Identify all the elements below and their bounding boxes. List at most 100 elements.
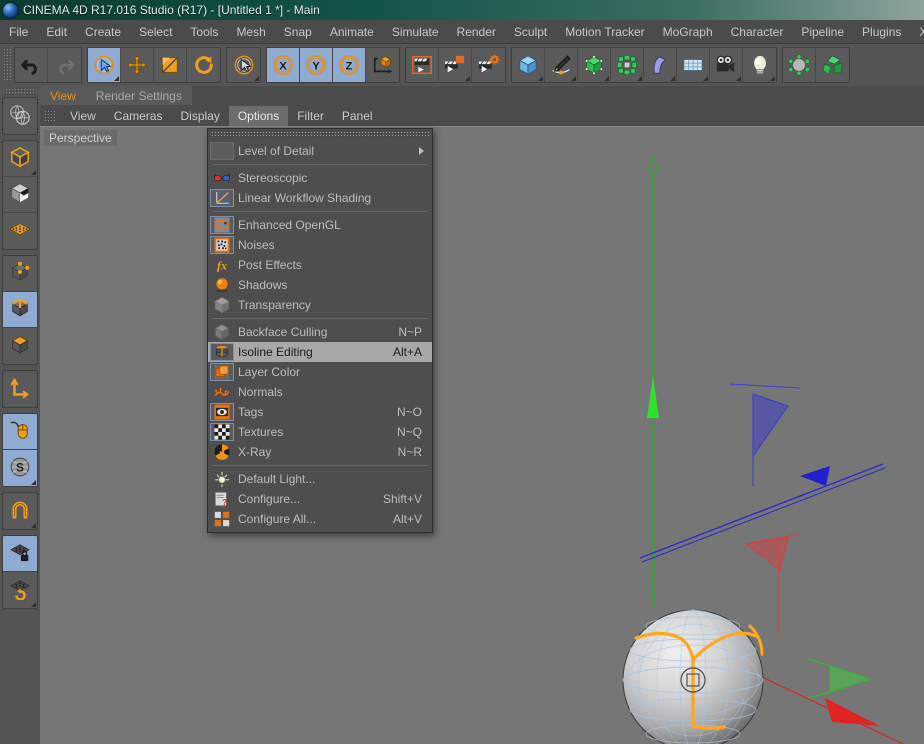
menubar-item-motion-tracker[interactable]: Motion Tracker [556,22,653,42]
viewport-menu-panel[interactable]: Panel [333,106,382,126]
menubar-item-create[interactable]: Create [76,22,130,42]
flyout-corner-icon[interactable] [604,76,609,81]
points-sphere-button[interactable] [783,48,816,82]
menu-item-post-effects[interactable]: fx Post Effects [208,255,432,275]
menu-item-shadows[interactable]: Shadows [208,275,432,295]
flyout-corner-icon[interactable] [736,76,741,81]
menubar-item-mesh[interactable]: Mesh [227,22,274,42]
dropdown-drag-handle[interactable] [211,131,429,138]
viewport-menu-display[interactable]: Display [171,106,228,126]
flyout-corner-icon[interactable] [31,170,36,175]
menu-item-enhanced-opengl[interactable]: Enhanced OpenGL [208,215,432,235]
toolbar-drag-handle[interactable] [3,48,11,82]
menu-item-backface-culling[interactable]: Backface Culling N~P [208,322,432,342]
live-selection-button[interactable] [88,48,121,82]
flyout-corner-icon[interactable] [254,76,259,81]
options-dropdown-menu[interactable]: Level of Detail Stereoscopic Linear Workfl… [207,128,433,533]
viewport-tab-view[interactable]: View [40,86,86,105]
redo-button[interactable] [48,48,81,82]
undo-button[interactable] [15,48,48,82]
enable-axis-button[interactable] [3,371,37,407]
soft-selection-button[interactable]: S [3,450,37,486]
flyout-corner-icon[interactable] [637,76,642,81]
menubar-item-render[interactable]: Render [448,22,505,42]
menubar-item-file[interactable]: File [0,22,37,42]
workplane-mode-button[interactable] [3,213,37,249]
flyout-corner-icon[interactable] [703,76,708,81]
viewport-tab-render-settings[interactable]: Render Settings [85,86,192,105]
flyout-corner-icon[interactable] [31,480,36,485]
render-settings-button[interactable] [472,48,505,82]
render-region-button[interactable] [439,48,472,82]
model-mode-button[interactable] [3,141,37,177]
viewport-menu-options[interactable]: Options [228,105,289,126]
axis-y-button[interactable]: Y [300,48,333,82]
viewport-menu-view[interactable]: View [61,106,105,126]
menubar-item-x-particles[interactable]: X-Particles [910,22,924,42]
menu-item-x-ray[interactable]: X-Ray N~R [208,442,432,462]
cube-primitive-button[interactable] [512,48,545,82]
rotate-button[interactable] [187,48,220,82]
menubar-item-edit[interactable]: Edit [37,22,76,42]
viewport-menu-filter[interactable]: Filter [288,106,333,126]
viewport-menu-drag-handle[interactable] [44,110,55,121]
menubar-item-animate[interactable]: Animate [321,22,383,42]
bend-deformer-button[interactable] [644,48,677,82]
null-generator-button[interactable] [578,48,611,82]
snap-magnet-button[interactable] [3,493,37,529]
menu-item-tags[interactable]: Tags N~O [208,402,432,422]
menubar-item-simulate[interactable]: Simulate [383,22,448,42]
flyout-corner-icon[interactable] [465,76,470,81]
menu-item-linear-workflow-shading[interactable]: Linear Workflow Shading [208,188,432,208]
edges-mode-button[interactable] [3,292,37,328]
menu-item-normals[interactable]: Normals [208,382,432,402]
menubar-item-tools[interactable]: Tools [181,22,227,42]
flyout-corner-icon[interactable] [31,523,36,528]
polygon-explode-button[interactable] [816,48,849,82]
polygons-mode-button[interactable] [3,328,37,364]
menubar-item-select[interactable]: Select [130,22,181,42]
menu-item-transparency[interactable]: Transparency [208,295,432,315]
spline-pen-button[interactable] [545,48,578,82]
make-editable-button[interactable] [3,98,37,134]
array-generator-button[interactable] [611,48,644,82]
scale-button[interactable] [154,48,187,82]
texture-mode-button[interactable] [3,177,37,213]
viewport-solo-mouse-button[interactable] [3,414,37,450]
menu-item-stereoscopic[interactable]: Stereoscopic [208,168,432,188]
axis-x-button[interactable]: X [267,48,300,82]
menu-item-isoline-editing[interactable]: Isoline Editing Alt+A [208,342,432,362]
camera-button[interactable] [710,48,743,82]
menu-item-configure[interactable]: ? Configure... Shift+V [208,489,432,509]
menubar-item-snap[interactable]: Snap [275,22,321,42]
light-button[interactable] [743,48,776,82]
menubar-item-pipeline[interactable]: Pipeline [792,22,853,42]
flyout-corner-icon[interactable] [571,76,576,81]
workplane-lock-button[interactable] [3,536,37,572]
menu-item-textures[interactable]: Textures N~Q [208,422,432,442]
world-object-coordinate-button[interactable] [366,48,399,82]
flyout-corner-icon[interactable] [670,76,675,81]
flyout-corner-icon[interactable] [770,76,775,81]
left-toolbar-drag-handle[interactable] [5,88,35,95]
floor-environment-button[interactable] [677,48,710,82]
menubar-item-mograph[interactable]: MoGraph [654,22,722,42]
axis-z-button[interactable]: Z [333,48,366,82]
menu-item-configure-all[interactable]: Configure All... Alt+V [208,509,432,529]
menubar-item-plugins[interactable]: Plugins [853,22,910,42]
points-mode-button[interactable] [3,256,37,292]
flyout-corner-icon[interactable] [538,76,543,81]
menu-item-noises[interactable]: Noises [208,235,432,255]
menu-item-layer-color[interactable]: Layer Color [208,362,432,382]
menu-item-level-of-detail[interactable]: Level of Detail [208,141,432,161]
perspective-viewport[interactable]: Perspective [40,126,924,744]
flyout-corner-icon[interactable] [31,602,36,607]
workplane-rotate-button[interactable] [3,572,37,608]
cursor-circle-button[interactable] [227,48,260,82]
menu-item-default-light[interactable]: Default Light... [208,469,432,489]
menubar-item-sculpt[interactable]: Sculpt [505,22,556,42]
flyout-corner-icon[interactable] [114,76,119,81]
menubar-item-character[interactable]: Character [722,22,793,42]
render-view-button[interactable] [406,48,439,82]
move-button[interactable] [121,48,154,82]
